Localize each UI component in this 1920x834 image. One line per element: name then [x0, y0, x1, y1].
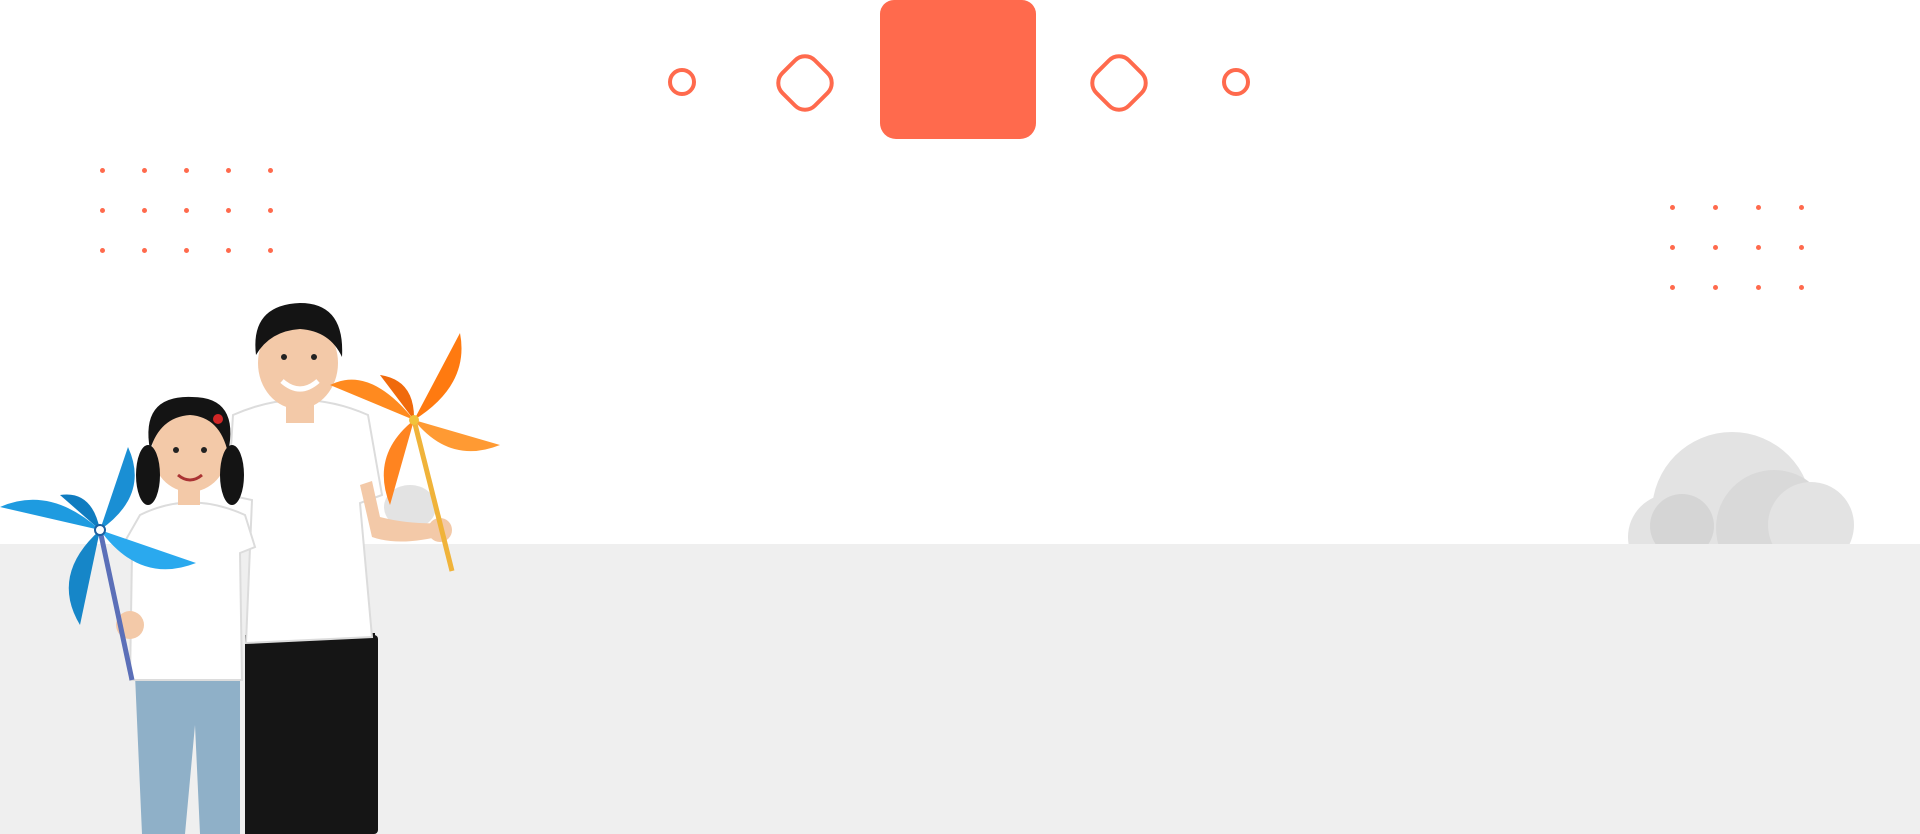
girl-figure [116, 396, 257, 834]
ring-icon-left [668, 68, 696, 96]
dot [1670, 285, 1675, 290]
dot [1756, 285, 1761, 290]
cloud-icon [1628, 420, 1858, 544]
dot [184, 168, 189, 173]
dot [1713, 285, 1718, 290]
dot [1670, 245, 1675, 250]
rounded-square-icon [880, 0, 1036, 139]
dot [184, 208, 189, 213]
dot [1756, 245, 1761, 250]
ring-icon-right [1222, 68, 1250, 96]
dot [1799, 245, 1804, 250]
dot [226, 208, 231, 213]
dot [268, 248, 273, 253]
dot [1799, 285, 1804, 290]
dot [268, 168, 273, 173]
dot [100, 168, 105, 173]
dot-grid-icon-right [1670, 205, 1810, 295]
dot [142, 168, 147, 173]
dot [142, 208, 147, 213]
rounded-diamond-icon-left [769, 47, 841, 119]
dot [100, 248, 105, 253]
dot [226, 248, 231, 253]
dot [100, 208, 105, 213]
dot [1799, 205, 1804, 210]
dot [268, 208, 273, 213]
dot [1713, 245, 1718, 250]
dot [1756, 205, 1761, 210]
dot [1670, 205, 1675, 210]
dot [142, 248, 147, 253]
dot [226, 168, 231, 173]
rounded-diamond-icon-right [1083, 47, 1155, 119]
kids-with-pinwheels-image [0, 303, 500, 834]
dot [184, 248, 189, 253]
dot [1713, 205, 1718, 210]
dot-grid-icon-left [100, 168, 280, 258]
